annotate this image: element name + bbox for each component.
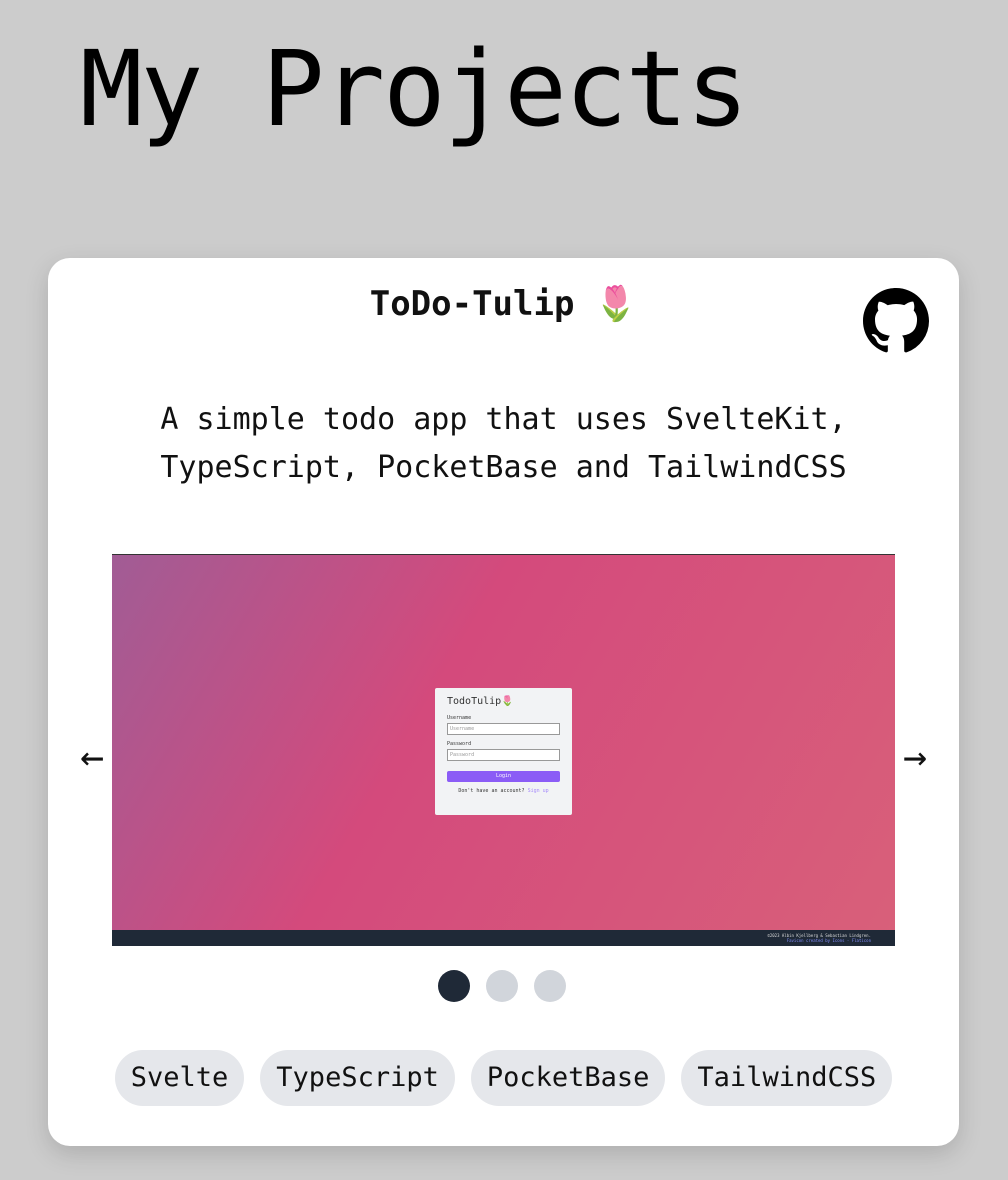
preview-password-label: Password	[447, 741, 472, 747]
carousel-dot-2[interactable]	[486, 970, 518, 1002]
preview-footer: ©2023 Albin Kjellberg & Sebastian Lindgr…	[112, 930, 895, 946]
carousel-next-button[interactable]: →	[903, 734, 927, 780]
preview-username-input: Username	[447, 723, 560, 735]
carousel-indicators	[438, 970, 566, 1002]
github-icon[interactable]	[863, 288, 929, 354]
project-title: ToDo-Tulip 🌷	[369, 284, 638, 324]
preview-signup-link: Sign up	[527, 788, 549, 794]
tag-tailwindcss: TailwindCSS	[681, 1050, 893, 1106]
carousel-dot-1[interactable]	[438, 970, 470, 1002]
preview-app-title: TodoTulip🌷	[447, 696, 514, 707]
tech-tags: Svelte TypeScript PocketBase TailwindCSS	[48, 1050, 959, 1106]
project-screenshot: TodoTulip🌷 Username Username Password Pa…	[112, 554, 895, 946]
project-description: A simple todo app that uses SvelteKit, T…	[160, 402, 847, 485]
project-card: ToDo-Tulip 🌷 A simple todo app that uses…	[48, 258, 959, 1146]
preview-signup-prompt: Don't have an account?	[458, 788, 525, 794]
preview-footer-favicon: Favicon created by Icons - Flaticon	[786, 938, 871, 943]
carousel-dot-3[interactable]	[534, 970, 566, 1002]
tag-pocketbase: PocketBase	[470, 1050, 666, 1106]
preview-login-button: Login	[447, 771, 560, 782]
preview-password-input: Password	[447, 749, 560, 761]
tag-svelte: Svelte	[114, 1050, 245, 1106]
preview-username-label: Username	[447, 715, 472, 721]
tag-typescript: TypeScript	[260, 1050, 455, 1106]
page-title: My Projects	[80, 28, 749, 150]
login-form-preview: TodoTulip🌷 Username Username Password Pa…	[435, 688, 572, 815]
carousel-prev-button[interactable]: ←	[80, 734, 104, 780]
